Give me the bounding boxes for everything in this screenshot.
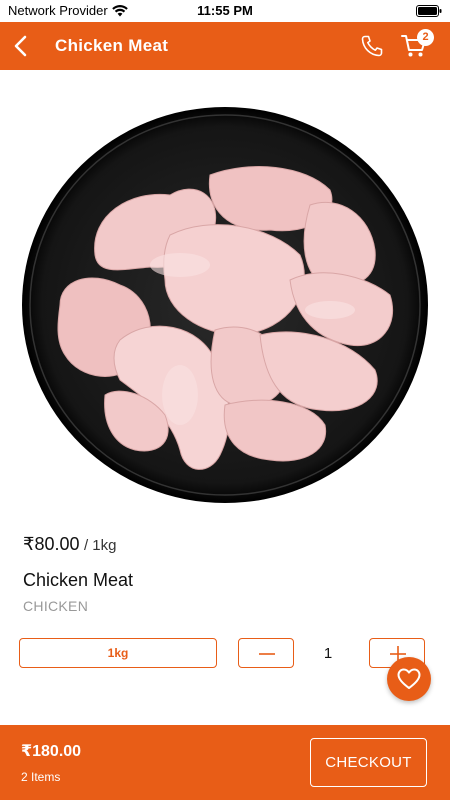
page-title: Chicken Meat bbox=[55, 36, 169, 55]
checkout-button[interactable]: CHECKOUT bbox=[310, 738, 427, 787]
product-unit: / 1kg bbox=[83, 537, 117, 554]
minus-icon bbox=[259, 653, 275, 655]
heart-icon bbox=[397, 668, 421, 689]
cart-item-count: 2 Items bbox=[21, 770, 61, 784]
status-bar: Network Provider 11:55 PM bbox=[0, 0, 450, 22]
price-row: ₹80.00 / 1kg bbox=[23, 534, 116, 555]
cart-count-badge: 2 bbox=[417, 29, 434, 46]
checkout-bar: ₹180.00 2 Items CHECKOUT bbox=[0, 725, 450, 800]
status-time: 11:55 PM bbox=[197, 3, 253, 18]
app-bar: Chicken Meat 2 bbox=[0, 22, 450, 70]
product-price: ₹80.00 bbox=[23, 534, 80, 554]
variant-selector[interactable]: 1kg bbox=[19, 638, 217, 668]
cart-total: ₹180.00 bbox=[21, 743, 82, 760]
decrease-quantity-button[interactable] bbox=[238, 638, 294, 668]
back-arrow-icon[interactable] bbox=[10, 34, 34, 58]
product-image bbox=[22, 107, 428, 503]
favorite-button[interactable] bbox=[387, 657, 431, 701]
phone-icon[interactable] bbox=[360, 34, 384, 58]
product-name: Chicken Meat bbox=[23, 570, 134, 590]
product-category: CHICKEN bbox=[23, 598, 89, 614]
quantity-value: 1 bbox=[323, 645, 333, 662]
battery-icon bbox=[416, 5, 442, 17]
